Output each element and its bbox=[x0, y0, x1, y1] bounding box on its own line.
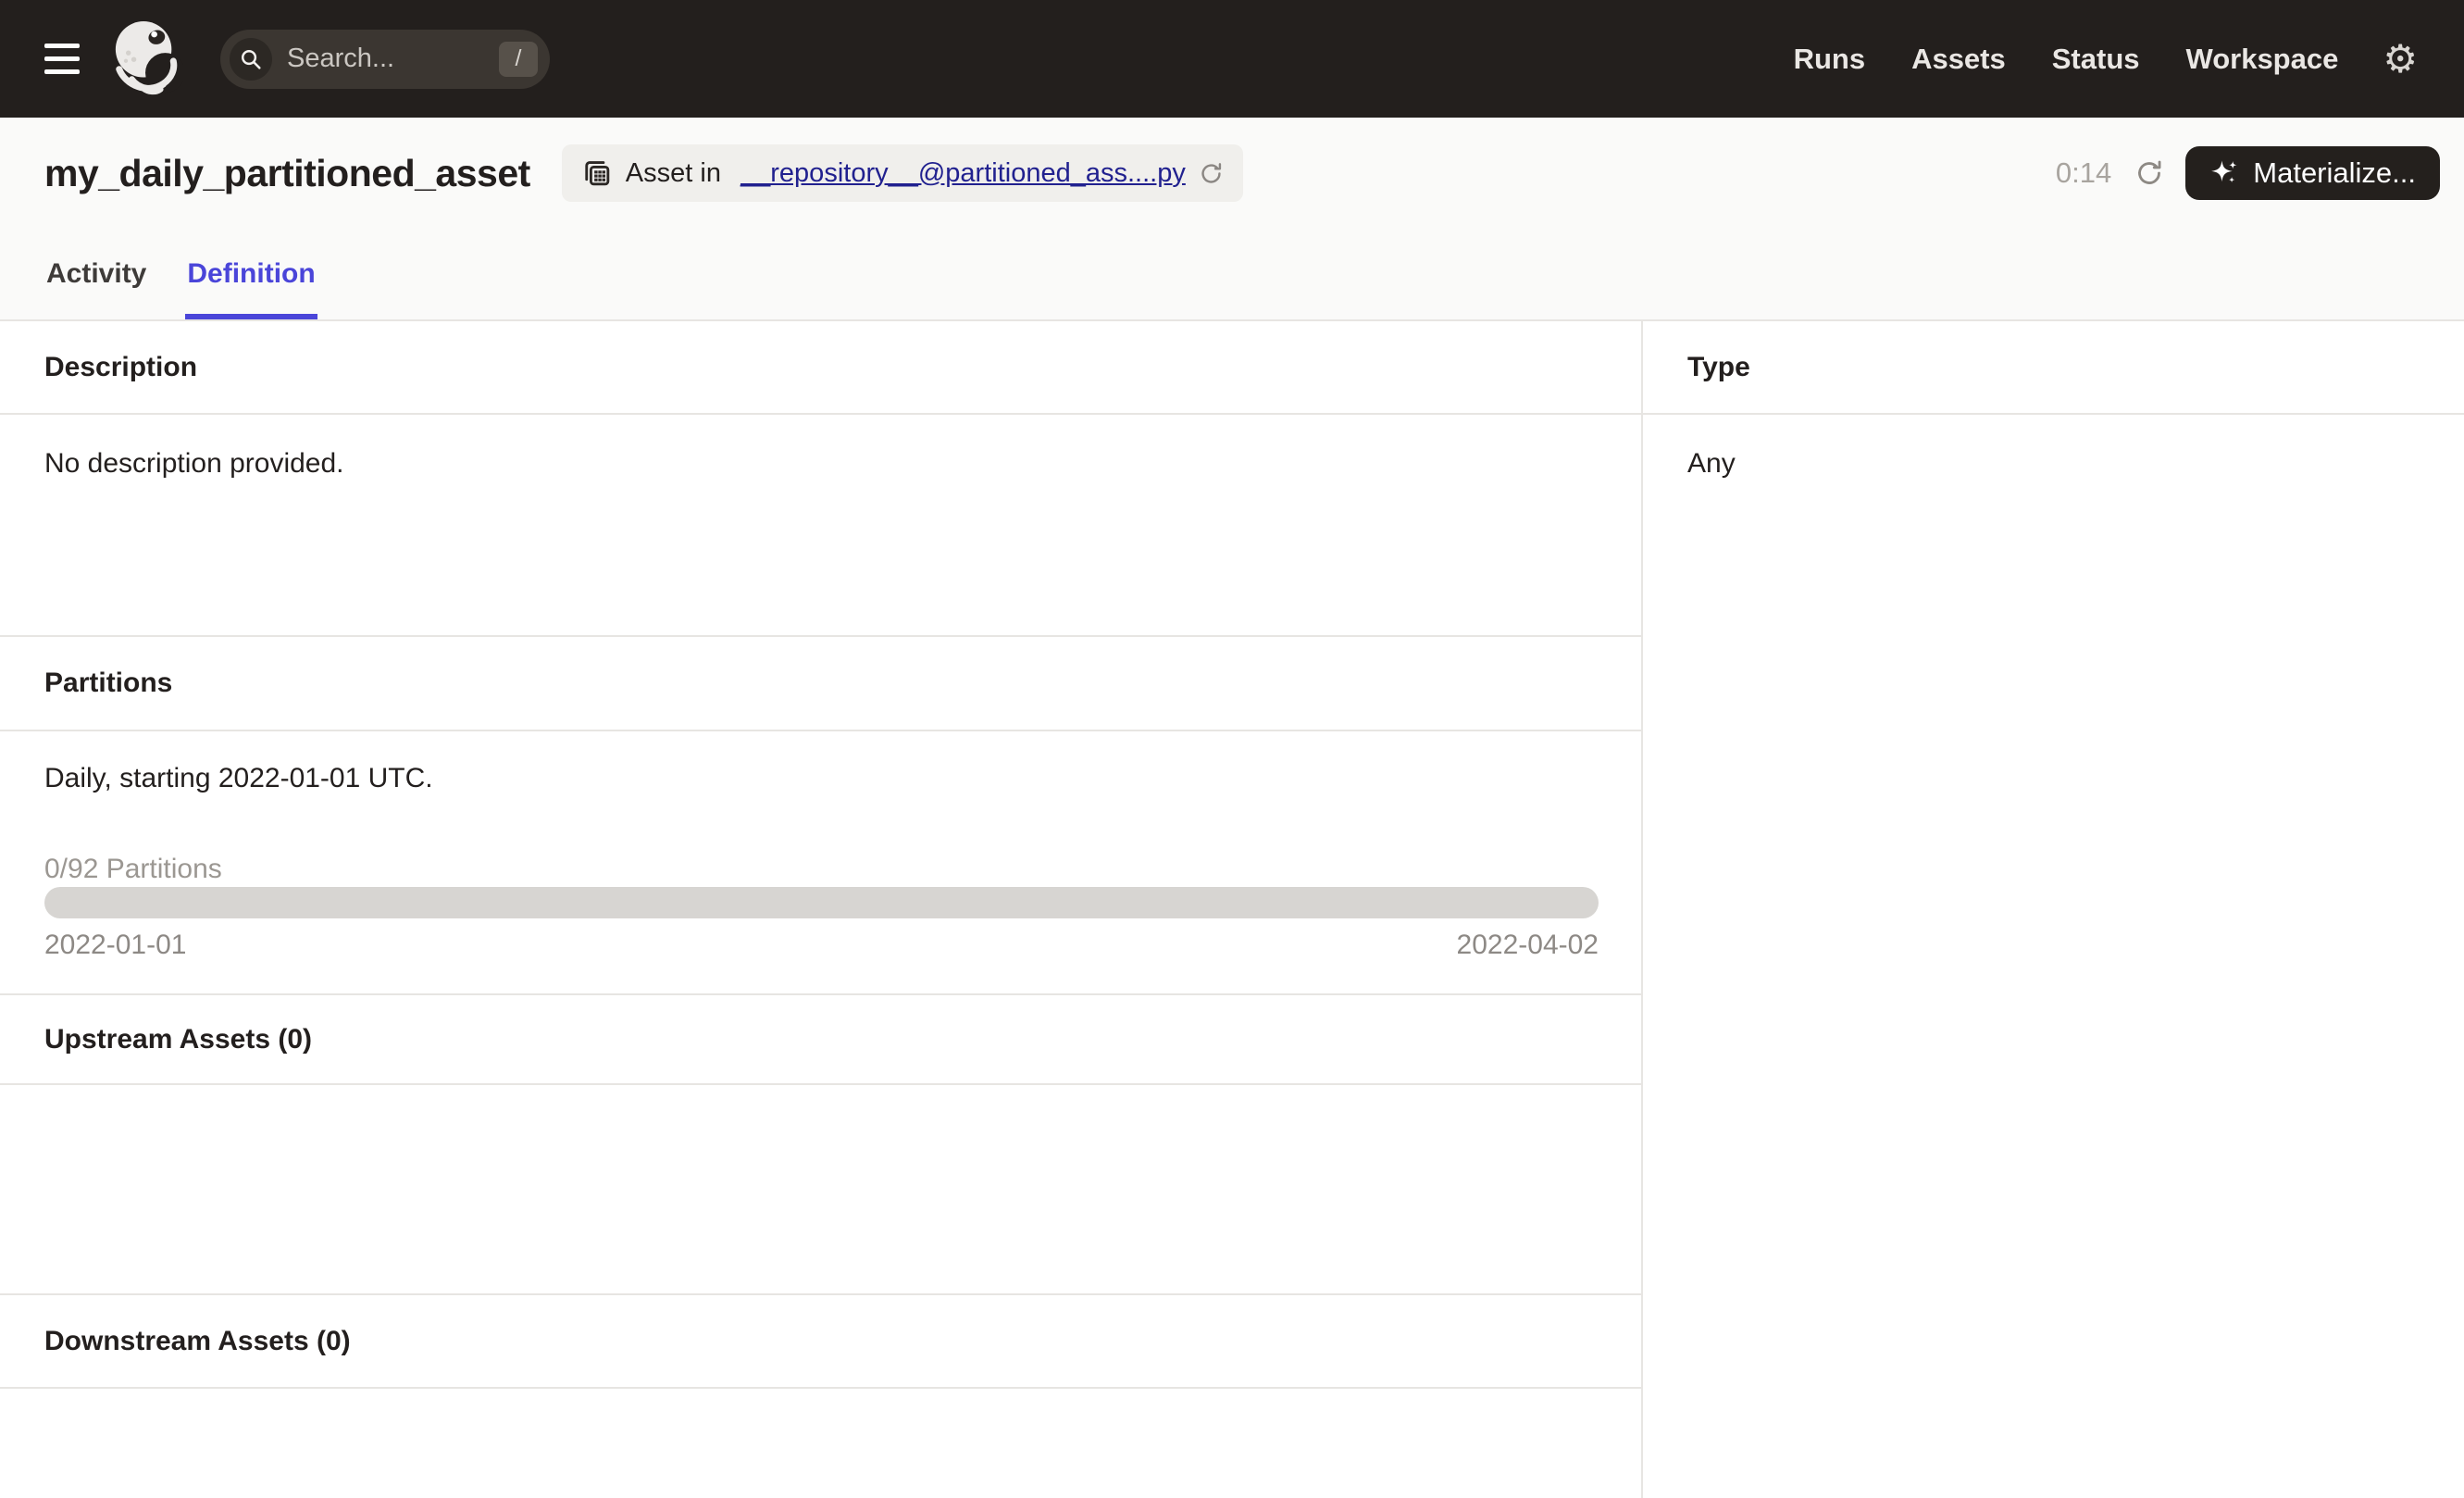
upstream-assets-header: Upstream Assets (0) bbox=[0, 993, 1641, 1085]
left-column: Description No description provided. Par… bbox=[0, 321, 1643, 1498]
downstream-assets-header: Downstream Assets (0) bbox=[0, 1293, 1641, 1389]
gear-icon[interactable]: ⚙ bbox=[2383, 39, 2418, 79]
refresh-countdown: 0:14 bbox=[2055, 156, 2112, 189]
materialize-label: Materialize... bbox=[2253, 156, 2416, 189]
search-input[interactable] bbox=[287, 44, 499, 74]
tab-activity[interactable]: Activity bbox=[44, 229, 148, 319]
badge-reload-icon[interactable] bbox=[1198, 160, 1225, 187]
partition-range-start: 2022-01-01 bbox=[44, 930, 187, 960]
nav-workspace[interactable]: Workspace bbox=[2186, 43, 2339, 76]
description-section-header: Description bbox=[0, 321, 1641, 415]
definition-content: Description No description provided. Par… bbox=[0, 321, 2464, 1498]
partition-progress-bar bbox=[44, 887, 1599, 918]
partition-schedule-text: Daily, starting 2022-01-01 UTC. bbox=[44, 763, 433, 793]
dagster-logo[interactable] bbox=[111, 18, 183, 101]
hamburger-menu-icon[interactable] bbox=[44, 44, 80, 74]
type-body: Any bbox=[1687, 448, 1736, 479]
top-nav-links: Runs Assets Status Workspace bbox=[1794, 43, 2339, 76]
partitions-body: Daily, starting 2022-01-01 UTC. 0/92 Par… bbox=[0, 731, 1641, 993]
asset-in-label: Asset in bbox=[625, 157, 729, 188]
repository-link[interactable]: __repository__@partitioned_ass....py bbox=[740, 158, 1186, 189]
search-shortcut-key: / bbox=[499, 41, 538, 77]
partition-range-end: 2022-04-02 bbox=[1456, 930, 1599, 960]
top-navigation-bar: / Runs Assets Status Workspace ⚙ bbox=[0, 0, 2464, 118]
tab-definition[interactable]: Definition bbox=[185, 229, 317, 319]
type-section-header: Type bbox=[1643, 321, 2464, 415]
asset-tabs: Activity Definition bbox=[0, 229, 2464, 319]
partition-count-label: 0/92 Partitions bbox=[44, 854, 222, 884]
upstream-assets-body bbox=[0, 1085, 1641, 1293]
page-title: my_daily_partitioned_asset bbox=[44, 151, 530, 194]
nav-status[interactable]: Status bbox=[2052, 43, 2140, 76]
refresh-icon[interactable] bbox=[2134, 157, 2165, 189]
asset-page-header: my_daily_partitioned_asset Asset in __re… bbox=[0, 118, 2464, 321]
asset-location-badge: Asset in __repository__@partitioned_ass.… bbox=[561, 144, 1243, 202]
partitions-section-header: Partitions bbox=[0, 635, 1641, 731]
octopus-logo-icon bbox=[115, 20, 183, 94]
search-icon bbox=[230, 37, 272, 81]
right-column: Type Any bbox=[1643, 321, 2464, 1498]
sparkle-icon bbox=[2211, 160, 2237, 183]
description-body: No description provided. bbox=[44, 448, 344, 479]
nav-assets[interactable]: Assets bbox=[1911, 43, 2006, 76]
asset-stack-icon bbox=[585, 161, 610, 186]
materialize-button[interactable]: Materialize... bbox=[2185, 146, 2440, 200]
downstream-assets-body bbox=[0, 1389, 1641, 1498]
global-search: / bbox=[220, 29, 550, 89]
nav-runs[interactable]: Runs bbox=[1794, 43, 1866, 76]
